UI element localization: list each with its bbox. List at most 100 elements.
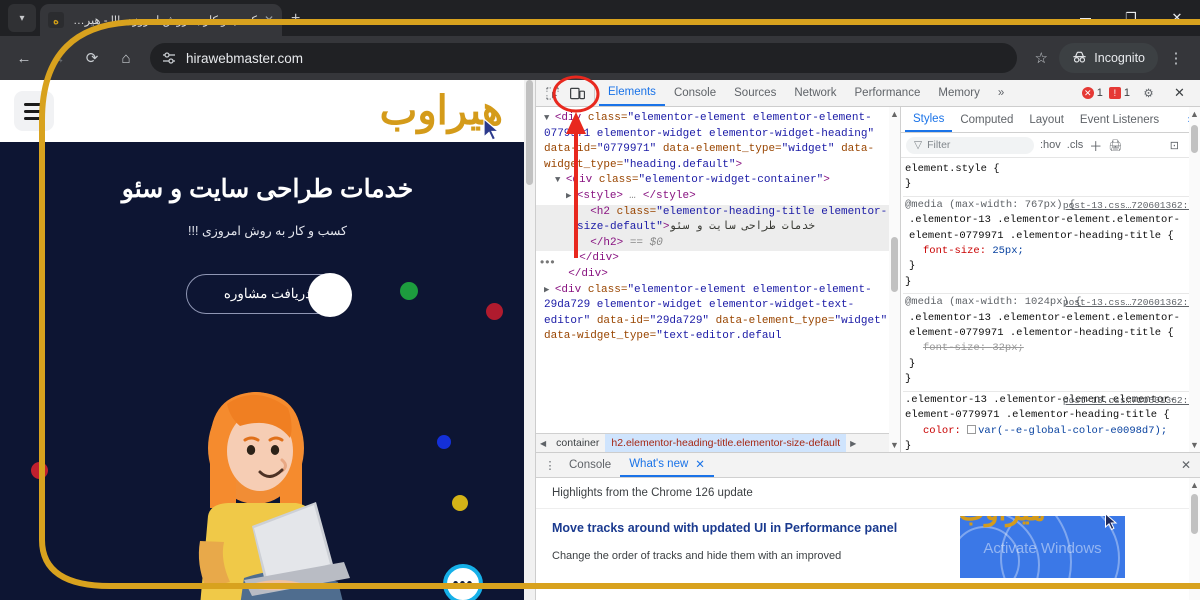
plus-icon[interactable]: + <box>291 10 300 28</box>
whats-new-item[interactable]: Move tracks around with updated UI in Pe… <box>536 509 1200 578</box>
close-icon[interactable]: ✕ <box>695 457 705 471</box>
styles-scrollbar-thumb[interactable] <box>1191 125 1198 153</box>
warning-badge[interactable]: ! 1 <box>1108 87 1130 99</box>
inspect-element-icon[interactable] <box>540 82 565 105</box>
dom-tree-line[interactable]: ▼ <div class="elementor-widget-container… <box>536 173 900 189</box>
whats-new-scrollbar-thumb[interactable] <box>1191 494 1198 534</box>
dom-tree-line[interactable]: </div> <box>536 267 900 283</box>
tab-sources[interactable]: Sources <box>725 80 785 106</box>
print-style-icon[interactable]: 🖨 <box>1108 139 1122 152</box>
style-rule[interactable]: post-13.css…720601362:1 @media (max-width… <box>903 294 1200 392</box>
reload-icon[interactable]: ⟳ <box>76 42 108 74</box>
styles-filter-input[interactable]: ▽ Filter <box>906 136 1034 154</box>
close-icon[interactable]: ✕ <box>1167 82 1192 105</box>
close-icon[interactable]: ✕ <box>1154 0 1200 36</box>
scroll-down-icon[interactable]: ▼ <box>890 440 899 450</box>
arrow-left-icon[interactable]: ← <box>8 42 40 74</box>
dom-scrollbar-thumb[interactable] <box>891 237 898 292</box>
breadcrumb-item-h2[interactable]: h2.elementor-heading-title.elementor-siz… <box>605 434 847 452</box>
chevron-left-icon[interactable]: ◀ <box>536 439 550 448</box>
cls-toggle[interactable]: .cls <box>1067 139 1084 151</box>
style-rule-selector[interactable]: .elementor-13 .elementor-element.element… <box>905 311 1196 342</box>
disclosure-triangle-icon[interactable]: ▼ <box>555 175 566 185</box>
star-icon[interactable]: ☆ <box>1025 42 1057 74</box>
three-dots-vertical-icon[interactable]: ⋮ <box>540 459 560 472</box>
drawer-tab-whats-new[interactable]: What's new ✕ <box>620 453 714 477</box>
dom-tree-line[interactable]: <h2 class="elementor-heading-title eleme… <box>536 204 900 236</box>
style-rule-source[interactable]: post-13.css…720601362:1 <box>1063 393 1194 408</box>
error-badge[interactable]: ✕ 1 <box>1081 87 1103 99</box>
scroll-up-icon[interactable]: ▲ <box>890 109 899 119</box>
scroll-up-icon[interactable]: ▲ <box>1190 109 1199 119</box>
tab-performance[interactable]: Performance <box>846 80 930 106</box>
style-rule[interactable]: post-13.css…720601362:1 .elementor-13 .el… <box>903 392 1200 452</box>
disclosure-triangle-icon[interactable]: ▼ <box>544 113 555 123</box>
plus-icon[interactable]: ＋ <box>1089 136 1102 155</box>
style-value[interactable]: 25px; <box>992 245 1024 257</box>
style-property[interactable]: font-size: <box>923 245 992 257</box>
style-rule-selector[interactable]: element.style { <box>905 162 1196 177</box>
styles-rules-list[interactable]: element.style {} post-13.css…720601362:1 @… <box>901 158 1200 452</box>
incognito-badge[interactable]: Incognito <box>1059 43 1158 73</box>
style-property[interactable]: color: <box>923 425 967 437</box>
disclosure-triangle-icon[interactable]: ▶ <box>544 285 555 295</box>
tab-memory[interactable]: Memory <box>929 80 989 106</box>
disclosure-triangle-icon[interactable]: ▶ <box>566 191 577 201</box>
browser-tab[interactable]: ه کسب و کار به روش امروزی !!! - هیراوب ✕ <box>40 4 282 36</box>
tab-network[interactable]: Network <box>785 80 845 106</box>
home-icon[interactable]: ⌂ <box>110 42 142 74</box>
tune-icon[interactable] <box>162 52 176 64</box>
style-declaration[interactable]: color: var(--e-global-color-e0098d7); <box>905 424 1196 439</box>
whats-new-scrollbar[interactable]: ▲ <box>1189 478 1200 600</box>
gear-icon[interactable]: ⚙ <box>1136 82 1161 105</box>
tab-layout[interactable]: Layout <box>1021 107 1072 132</box>
scroll-up-icon[interactable]: ▲ <box>1190 480 1199 490</box>
style-rule[interactable]: element.style {} <box>903 161 1200 197</box>
color-swatch-icon[interactable] <box>967 424 977 434</box>
styles-tabbar: Styles Computed Layout Event Listeners » <box>901 107 1200 133</box>
site-scrollbar[interactable] <box>524 80 535 600</box>
address-bar[interactable]: hirawebmaster.com <box>150 43 1018 73</box>
dom-tree-line[interactable]: ▼ <div class="elementor-element elemento… <box>536 111 900 173</box>
tab-styles[interactable]: Styles <box>905 107 953 132</box>
whats-new-item-title[interactable]: Move tracks around with updated UI in Pe… <box>552 520 937 537</box>
hamburger-icon[interactable] <box>14 91 54 131</box>
tab-computed[interactable]: Computed <box>952 107 1021 132</box>
styles-scrollbar[interactable]: ▲ ▼ <box>1189 107 1200 452</box>
style-rule[interactable]: post-13.css…720601362:1 @media (max-width… <box>903 197 1200 295</box>
dom-tree-line[interactable]: ▶ <style> … </style> <box>536 189 900 205</box>
style-declaration[interactable]: font-size: 25px; <box>905 244 1196 259</box>
tab-search-icon[interactable]: ▾ <box>8 4 36 32</box>
chat-dots-icon[interactable]: ••• <box>443 564 483 600</box>
dom-tree[interactable]: ▼ <div class="elementor-element elemento… <box>536 107 900 433</box>
style-rule-source[interactable]: post-13.css…720601362:1 <box>1063 295 1194 310</box>
drawer-close-icon[interactable]: ✕ <box>1172 458 1200 472</box>
tab-console[interactable]: Console <box>665 80 725 106</box>
minimize-icon[interactable] <box>1062 0 1108 36</box>
restore-icon[interactable]: ❐ <box>1108 0 1154 36</box>
chevron-right-icon[interactable]: ▶ <box>846 439 860 448</box>
style-value[interactable]: var(--e-global-color-e0098d7); <box>978 425 1167 437</box>
device-toolbar-icon[interactable] <box>565 82 590 105</box>
dom-tree-line[interactable]: ▶ <div class="elementor-element elemento… <box>536 283 900 345</box>
dom-tree-line[interactable]: </div> <box>536 251 900 267</box>
style-value[interactable]: 32px; <box>992 342 1024 354</box>
three-dots-vertical-icon[interactable]: ⋮ <box>1160 42 1192 74</box>
breadcrumb-item-container[interactable]: container <box>550 434 605 452</box>
arrow-right-icon[interactable]: → <box>42 42 74 74</box>
dom-tree-line[interactable]: </h2> == $0 <box>536 235 900 252</box>
style-rule-selector[interactable]: .elementor-13 .elementor-element.element… <box>905 213 1196 244</box>
hov-toggle[interactable]: :hov <box>1040 139 1061 151</box>
style-rule-source[interactable]: post-13.css…720601362:1 <box>1063 198 1194 213</box>
drawer-tab-console[interactable]: Console <box>560 453 620 477</box>
close-icon[interactable]: ✕ <box>264 13 274 27</box>
style-property[interactable]: font-size: <box>923 342 992 354</box>
scroll-down-icon[interactable]: ▼ <box>1190 440 1199 450</box>
site-scrollbar-thumb[interactable] <box>526 80 533 185</box>
consultation-cta-button[interactable]: دریافت مشاوره <box>186 273 352 317</box>
chevron-double-right-icon[interactable]: » <box>989 80 1013 106</box>
tab-elements[interactable]: Elements <box>599 80 665 106</box>
tab-event-listeners[interactable]: Event Listeners <box>1072 107 1167 132</box>
style-declaration[interactable]: font-size: 32px; <box>905 341 1196 356</box>
dom-scrollbar[interactable]: ▲ ▼ <box>889 107 900 452</box>
